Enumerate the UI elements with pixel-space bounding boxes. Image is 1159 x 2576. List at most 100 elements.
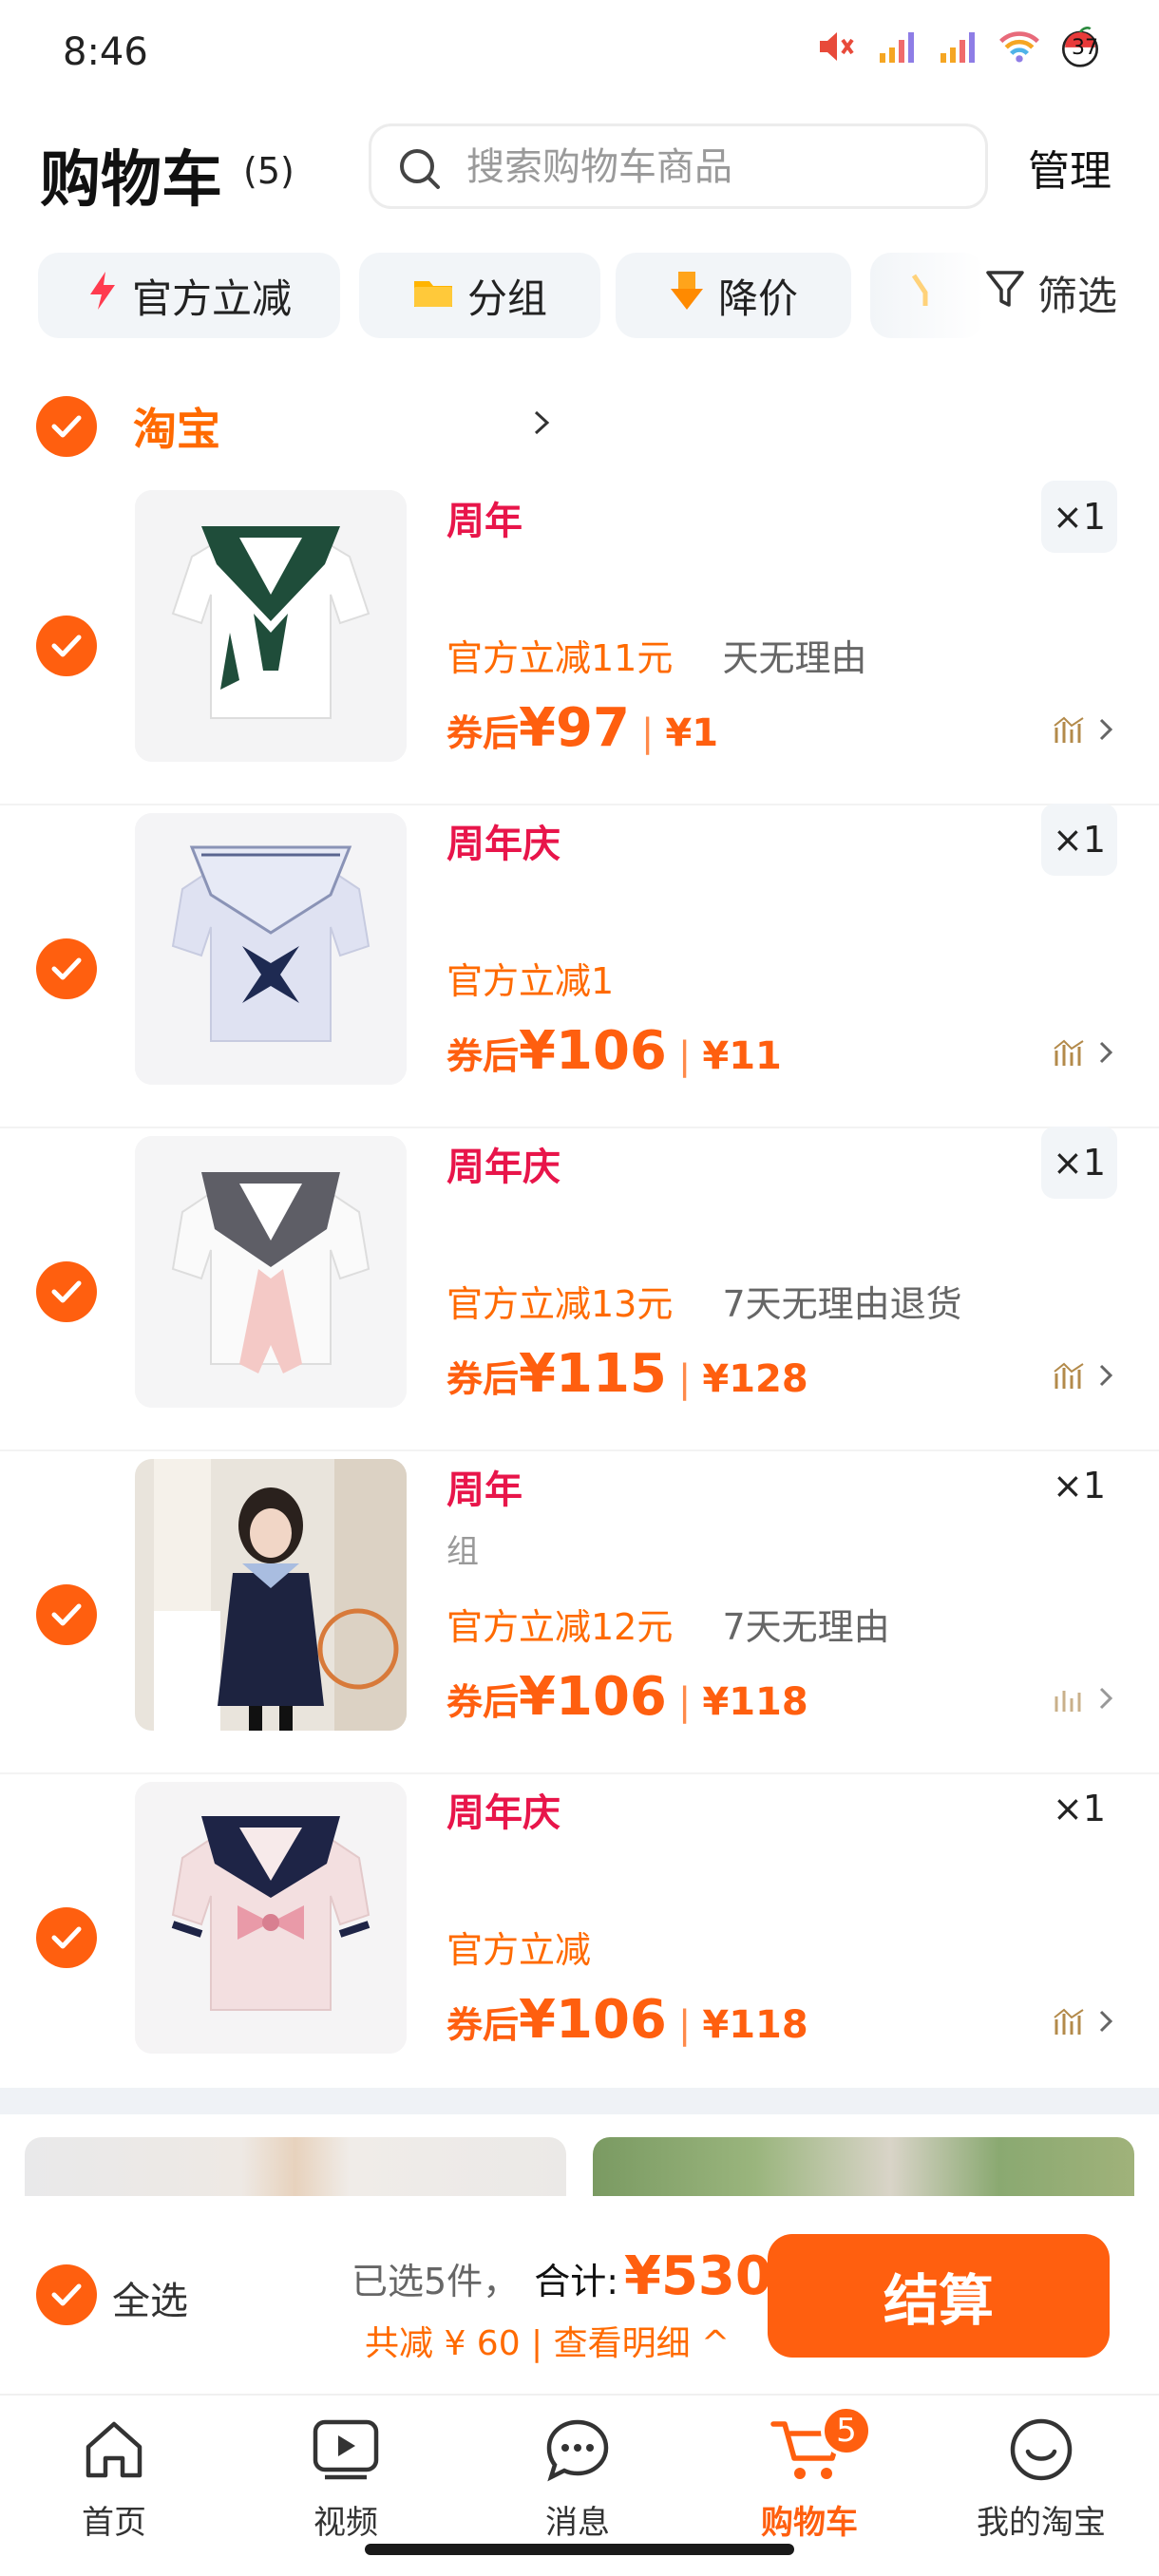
recommendation-card[interactable] [593, 2137, 1134, 2196]
product-name[interactable]: 周年庆 [446, 813, 560, 868]
price-trend-icon [1054, 1039, 1084, 1066]
promo-line: 官方立减13元 7天无理由退货 [446, 1275, 962, 1327]
product-image[interactable] [135, 1459, 407, 1731]
quantity-button[interactable]: ×1 [1041, 481, 1117, 553]
quantity-button[interactable]: ×1 [1041, 1127, 1117, 1199]
price-label: 券后 [446, 1681, 520, 1723]
tab-home[interactable]: 首页 [19, 2409, 209, 2543]
store-checkbox[interactable] [36, 396, 97, 457]
select-all-label[interactable]: 全选 [112, 2270, 188, 2325]
divider [0, 1772, 1159, 1774]
promo-line: 官方立减1 [446, 952, 614, 1004]
product-image[interactable] [135, 813, 407, 1085]
price-after-coupon: ¥106 [519, 1989, 667, 2051]
filter-chips: 官方立减 分组 降价 筛选 [0, 253, 1159, 340]
promo-text: 官方立减13元 [446, 1283, 674, 1325]
price-after-coupon: ¥106 [519, 1666, 667, 1728]
search-bar[interactable] [369, 123, 988, 209]
item-checkbox[interactable] [36, 616, 97, 676]
savings-detail-link[interactable]: 共减 ¥ 60 | 查看明细 ^ [365, 2316, 730, 2365]
product-name[interactable]: 周年庆 [446, 1782, 560, 1837]
product-name[interactable]: 周年 [446, 490, 522, 545]
quantity-button[interactable]: ×1 [1041, 1449, 1117, 1522]
price-trend-icon [1054, 1691, 1081, 1712]
price-label: 券后 [446, 1358, 520, 1400]
video-icon [312, 2418, 380, 2485]
chevron-right-icon [1099, 1687, 1113, 1710]
price-separator: | [640, 711, 655, 755]
chip-group[interactable]: 分组 [359, 253, 600, 338]
product-name[interactable]: 周年 [446, 1459, 522, 1514]
divider [0, 1127, 1159, 1128]
item-checkbox[interactable] [36, 938, 97, 999]
price-after-coupon: ¥106 [519, 1020, 667, 1082]
tab-messages[interactable]: 消息 [483, 2409, 673, 2543]
price-trend-button[interactable] [1053, 1360, 1113, 1391]
section-separator [0, 2088, 1159, 2114]
price-trend-button[interactable] [1053, 1037, 1113, 1068]
tab-label: 消息 [545, 2504, 610, 2542]
checkout-button[interactable]: 结算 [768, 2234, 1110, 2358]
promo-text: 官方立减1 [446, 960, 615, 1002]
select-all-checkbox[interactable] [36, 2264, 97, 2325]
price-separator: | [677, 1357, 692, 1401]
price-trend-button[interactable] [1053, 714, 1113, 745]
chip-price-drop[interactable]: 降价 [616, 253, 851, 338]
tab-label: 首页 [82, 2504, 146, 2542]
tab-label: 购物车 [761, 2504, 858, 2542]
folder-icon [412, 273, 454, 319]
product-name[interactable]: 周年庆 [446, 1136, 560, 1191]
price-trend-icon [1054, 716, 1084, 743]
header: 购物车 (5) 管理 [0, 104, 1159, 228]
chip-more[interactable] [870, 253, 984, 338]
chevron-right-icon [1099, 1041, 1113, 1064]
cart-item[interactable]: 周年 官方立减11元 天无理由 券后 ¥97 | ¥1 ×1 [0, 481, 1159, 811]
quantity-button[interactable]: ×1 [1041, 804, 1117, 876]
original-price: ¥128 [702, 1357, 808, 1401]
price-separator: | [677, 2003, 692, 2047]
home-icon [81, 2416, 147, 2487]
divider [0, 804, 1159, 805]
home-indicator[interactable] [365, 2544, 794, 2555]
item-checkbox[interactable] [36, 1584, 97, 1645]
store-name[interactable]: 淘宝 [133, 395, 220, 458]
price-separator: | [677, 1680, 692, 1724]
tab-profile[interactable]: 我的淘宝 [946, 2409, 1136, 2543]
store-row[interactable]: 淘宝 [36, 395, 550, 458]
price-trend-button[interactable] [1053, 1683, 1113, 1714]
cart-item[interactable]: 周年 组 官方立减12元 7天无理由 券后 ¥106 | ¥118 ×1 [0, 1459, 1159, 1780]
price-line: 券后 ¥115 | ¥128 [446, 1343, 808, 1405]
item-checkbox[interactable] [36, 1261, 97, 1322]
filter-button[interactable]: 筛选 [984, 264, 1117, 322]
item-checkbox[interactable] [36, 1907, 97, 1968]
quantity-button[interactable]: ×1 [1041, 1772, 1117, 1845]
price-line: 券后 ¥106 | ¥118 [446, 1989, 808, 2051]
chevron-right-icon [1099, 1364, 1113, 1387]
product-image[interactable] [135, 1782, 407, 2054]
original-price: ¥118 [702, 1680, 808, 1724]
tab-cart[interactable]: 5 购物车 [714, 2405, 904, 2543]
search-input[interactable] [466, 143, 960, 191]
promo-text: 官方立减12元 [446, 1606, 674, 1648]
chip-label: 官方立减 [131, 275, 292, 322]
signal-icon-1 [876, 25, 920, 68]
mute-icon [815, 25, 859, 68]
cart-item[interactable]: 周年庆 官方立减 券后 ¥106 | ¥118 ×1 [0, 1782, 1159, 2103]
price-down-icon [669, 270, 705, 321]
wifi-icon [998, 25, 1041, 68]
price-line: 券后 ¥106 | ¥118 [446, 1666, 808, 1728]
cart-item[interactable]: 周年庆 官方立减13元 7天无理由退货 券后 ¥115 | ¥128 ×1 [0, 1127, 1159, 1457]
battery-icon: 37 [1058, 25, 1102, 68]
cart-item[interactable]: 周年庆 官方立减1 券后 ¥106 | ¥11 ×1 [0, 804, 1159, 1134]
price-trend-button[interactable] [1053, 2006, 1113, 2036]
status-bar: 8:46 37 [0, 0, 1159, 104]
price-after-coupon: ¥97 [519, 697, 630, 759]
cart-screen: 8:46 37 购物车 (5) 搜索购物车商品 管理 官方立减 分组 降价 筛选… [0, 0, 1159, 2576]
tab-video[interactable]: 视频 [251, 2409, 441, 2543]
product-spec: 组 [446, 1533, 479, 1571]
product-image[interactable] [135, 1136, 407, 1408]
chip-official-discount[interactable]: 官方立减 [38, 253, 340, 338]
product-image[interactable] [135, 490, 407, 762]
recommendation-card[interactable] [25, 2137, 566, 2196]
manage-button[interactable]: 管理 [1028, 137, 1112, 198]
